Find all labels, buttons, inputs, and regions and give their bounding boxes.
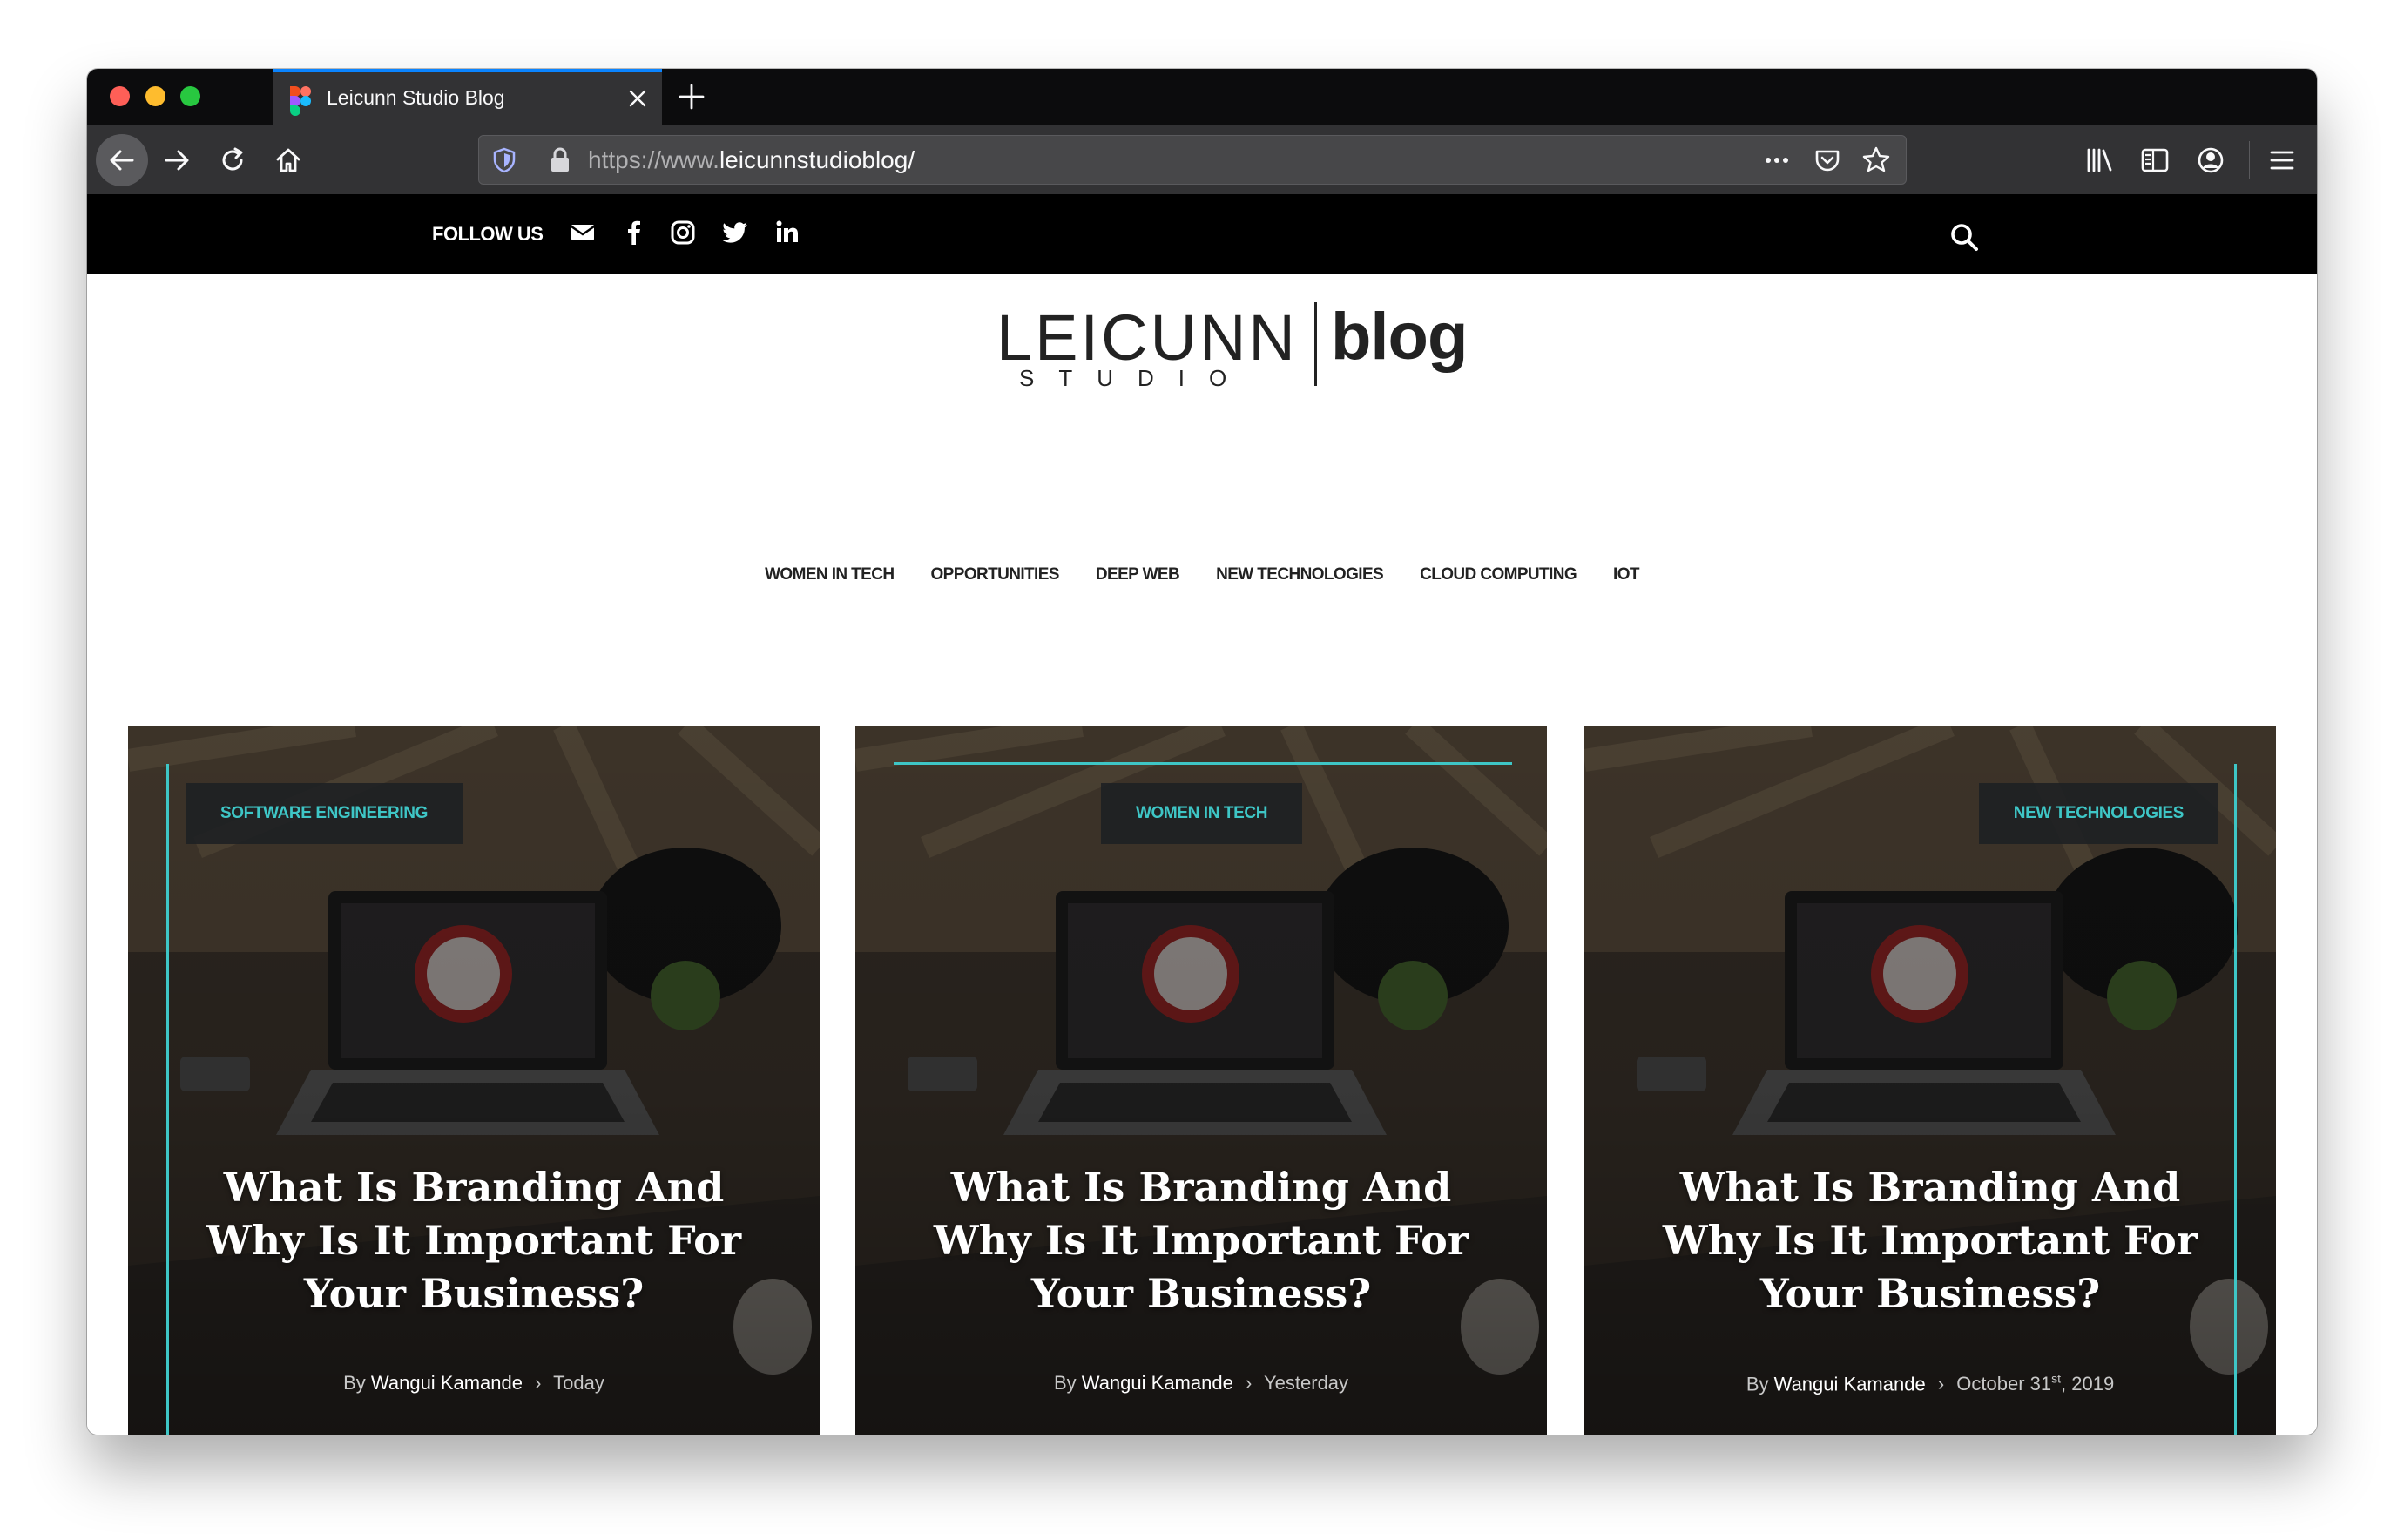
nav-item-women-in-tech[interactable]: WOMEN IN TECH [765,565,895,584]
chevron-right-icon: › [1245,1372,1253,1394]
minimize-window-button[interactable] [145,86,165,106]
close-window-button[interactable] [110,86,130,106]
toolbar-separator [2249,141,2250,179]
post-meta: By Wangui Kamande › Today [128,1372,820,1395]
nav-item-new-technologies[interactable]: NEW TECHNOLOGIES [1216,565,1384,584]
post-card[interactable]: WOMEN IN TECH What Is Branding And Why I… [855,726,1547,1435]
post-date: Today [553,1372,604,1394]
accent-line [2234,764,2237,1435]
by-label: By [1746,1373,1769,1395]
post-card[interactable]: SOFTWARE ENGINEERING What Is Branding An… [128,726,820,1435]
search-icon[interactable] [1948,220,1981,253]
tab-title: Leicunn Studio Blog [327,86,505,109]
site-top-bar: FOLLOW US [87,194,2317,274]
follow-us-label: FOLLOW US [432,223,544,245]
logo-blog-text: blog [1331,300,1468,374]
forward-button[interactable] [151,134,203,186]
reload-icon [222,147,243,171]
mail-icon[interactable] [567,217,598,248]
nav-item-iot[interactable]: IOT [1613,565,1639,584]
post-meta: By Wangui Kamande › Yesterday [855,1372,1547,1395]
post-date-ordinal: st [2051,1372,2062,1386]
post-title[interactable]: What Is Branding And Why Is It Important… [1628,1161,2232,1320]
instagram-icon[interactable] [667,217,699,248]
category-badge[interactable]: SOFTWARE ENGINEERING [186,783,463,844]
main-navigation: WOMEN IN TECH OPPORTUNITIES DEEP WEB NEW… [87,565,2317,584]
logo-subtitle: STUDIO [1019,365,1252,391]
nav-item-deep-web[interactable]: DEEP WEB [1096,565,1180,584]
library-icon[interactable] [2082,143,2117,178]
site-logo[interactable]: LEICUNN STUDIO blog [996,297,1468,393]
chevron-right-icon: › [1937,1373,1945,1395]
sidebar-icon[interactable] [2137,143,2172,178]
home-button[interactable] [262,134,314,186]
account-icon[interactable] [2193,143,2228,178]
nav-item-opportunities[interactable]: OPPORTUNITIES [931,565,1060,584]
close-tab-icon[interactable] [625,86,650,111]
post-author[interactable]: Wangui Kamande [371,1372,523,1394]
web-page: FOLLOW US LEICUNN STUDIO blog WOMEN IN T… [87,194,2317,1435]
post-title[interactable]: What Is Branding And Why Is It Important… [899,1161,1503,1320]
twitter-icon[interactable] [719,217,751,248]
browser-tab-active[interactable]: Leicunn Studio Blog [273,69,662,125]
post-card[interactable]: NEW TECHNOLOGIES What Is Branding And Wh… [1584,726,2276,1435]
logo-wordmark: LEICUNN [996,301,1298,374]
pocket-icon[interactable] [1812,145,1843,176]
post-date: Yesterday [1264,1372,1349,1394]
lock-icon[interactable] [549,146,571,174]
category-badge[interactable]: WOMEN IN TECH [1101,783,1303,844]
chevron-right-icon: › [535,1372,542,1394]
nav-item-cloud-computing[interactable]: CLOUD COMPUTING [1420,565,1577,584]
arrow-left-icon [110,150,134,171]
category-badge[interactable]: NEW TECHNOLOGIES [1978,783,2218,844]
figma-favicon-icon [290,86,311,116]
linkedin-icon[interactable] [772,217,803,248]
accent-line [894,762,1512,765]
new-tab-icon[interactable] [676,81,707,112]
post-title[interactable]: What Is Branding And Why Is It Important… [172,1161,776,1320]
bookmark-star-icon[interactable] [1860,145,1892,176]
hamburger-menu-icon[interactable] [2265,143,2299,178]
by-label: By [343,1372,366,1394]
zoom-window-button[interactable] [180,86,200,106]
post-date: October 31st, 2019 [1956,1372,2115,1395]
post-author[interactable]: Wangui Kamande [1774,1373,1926,1395]
accent-line [166,764,169,1435]
post-date-year: , 2019 [2061,1373,2115,1395]
arrow-right-icon [165,150,189,171]
by-label: By [1053,1372,1077,1394]
post-author[interactable]: Wangui Kamande [1082,1372,1233,1394]
post-meta: By Wangui Kamande › October 31st, 2019 [1584,1372,2276,1395]
home-icon [276,148,300,172]
tab-bar: Leicunn Studio Blog [87,69,2317,125]
logo-divider [1314,302,1317,386]
facebook-icon[interactable] [618,217,650,248]
browser-window: Leicunn Studio Blog https://www.leicunns… [87,69,2317,1435]
reload-button[interactable] [206,134,259,186]
more-actions-icon[interactable] [1761,146,1793,174]
post-date-day: October 31 [1956,1373,2052,1395]
url-text[interactable]: https://www.leicunnstudioblog/ [588,146,915,174]
back-button[interactable] [96,134,148,186]
tracking-protection-shield-icon[interactable] [491,146,517,174]
url-prefix: https://www. [588,146,719,173]
navigation-toolbar: https://www.leicunnstudioblog/ [87,125,2317,194]
address-bar[interactable]: https://www.leicunnstudioblog/ [478,135,1907,185]
url-host: leicunnstudioblog/ [719,146,915,173]
